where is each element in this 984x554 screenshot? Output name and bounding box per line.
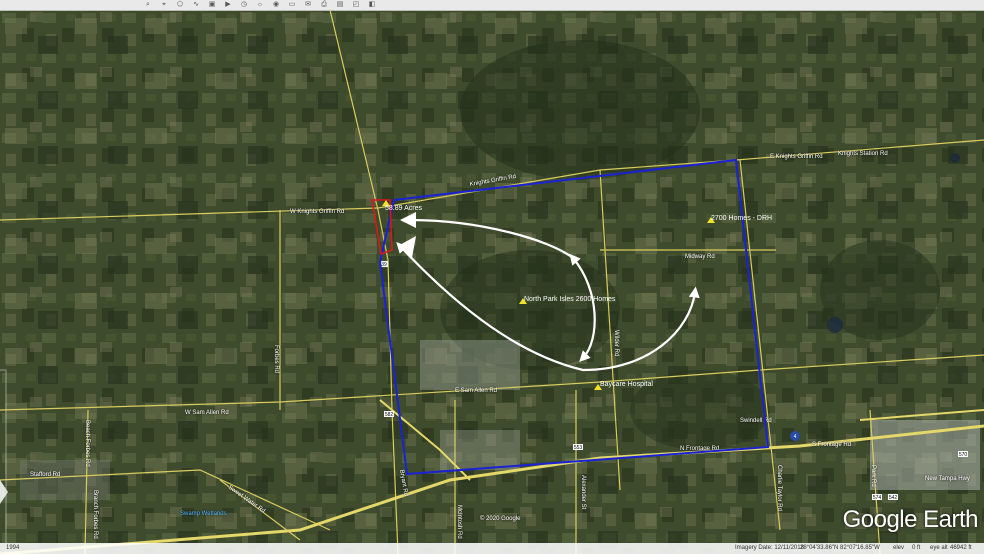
road-label: Beach Forbes Rd <box>84 420 90 467</box>
placemark-label: 2700 Homes - DRH <box>711 215 772 222</box>
urban-area <box>440 430 520 470</box>
road-label: Forbes Rd <box>273 345 279 373</box>
sun-icon[interactable]: ☼ <box>255 1 265 9</box>
maps-icon[interactable]: ◰ <box>351 1 361 9</box>
save-image-icon[interactable]: ▤ <box>335 1 345 9</box>
placemark-label: 58.89 Acres <box>385 205 422 212</box>
eye-alt-label: eye alt <box>930 545 948 551</box>
path-icon[interactable]: ∿ <box>191 1 201 9</box>
elevation-label: elev <box>893 545 905 551</box>
kml-icon[interactable]: ◧ <box>367 1 377 9</box>
lake <box>827 317 843 333</box>
lake <box>950 153 960 163</box>
road-label: Park Rd <box>870 465 876 487</box>
route-number: 542 <box>889 495 898 501</box>
toolbar: ⌕ ⌖ ⬠ ∿ ▣ ▶ ◷ ☼ ◉ ▭ ✉ ⎙ ▤ ◰ ◧ <box>0 0 984 11</box>
planet-icon[interactable]: ◉ <box>271 1 281 9</box>
placemark-label: Baycare Hospital <box>600 381 653 388</box>
route-number: 574 <box>873 495 882 501</box>
polygon-icon[interactable]: ⬠ <box>175 1 185 9</box>
route-number: 582 <box>385 412 394 418</box>
route-number: 553 <box>574 445 583 451</box>
road-label: Knights Station Rd <box>838 151 888 157</box>
elevation-value: 0 ft <box>912 545 921 551</box>
road-label: Charlie Taylor Rd <box>776 465 782 511</box>
road-label: Branch Forbes Rd <box>92 490 98 539</box>
search-icon[interactable]: ⌕ <box>143 1 153 9</box>
road-label: New Tampa Hwy <box>925 476 970 482</box>
email-icon[interactable]: ✉ <box>303 1 313 9</box>
imagery-date: Imagery Date: 12/11/2018 <box>735 545 804 551</box>
road-label: Wilder Rd <box>613 330 619 356</box>
placemark-label: North Park Isles 2600 Homes <box>524 296 616 303</box>
road-label: W Sam Allen Rd <box>185 410 229 416</box>
print-icon[interactable]: ⎙ <box>319 1 329 9</box>
road-label: Swindell Rd <box>740 418 772 424</box>
placemark-2700-homes[interactable]: 2700 Homes - DRH <box>707 215 772 223</box>
placemark-icon[interactable]: ⌖ <box>159 1 169 9</box>
road-label: E Knights Griffin Rd <box>770 154 823 160</box>
urban-area <box>420 340 520 390</box>
placemark-north-park[interactable]: North Park Isles 2600 Homes <box>519 296 616 304</box>
road-label: Alexander St <box>580 475 586 510</box>
route-number: 570 <box>959 452 968 458</box>
swamp-label: Swamp Wetlands <box>180 511 227 517</box>
road-label: McIntosh Rd <box>456 505 462 539</box>
ruler-icon[interactable]: ▭ <box>287 1 297 9</box>
road-label: S Frontage Rd <box>812 442 851 448</box>
road-label: Midway Rd <box>685 254 715 260</box>
route-number: 39 <box>381 262 387 268</box>
eye-alt-value: 46942 ft <box>950 545 972 551</box>
road-label: E Sam Allen Rd <box>455 388 497 394</box>
historical-imagery-icon[interactable]: ◷ <box>239 1 249 9</box>
tour-icon[interactable]: ▶ <box>223 1 233 9</box>
status-left: 1994 <box>6 545 20 551</box>
google-credit: © 2020 Google <box>480 516 521 522</box>
road-label: Stafford Rd <box>30 472 60 478</box>
road-label: W Knights Griffin Rd <box>290 209 344 215</box>
forest-area <box>460 40 700 180</box>
overlay-icon[interactable]: ▣ <box>207 1 217 9</box>
map-view[interactable]: W Knights Griffin Rd Knights Griffin Rd … <box>0 10 984 554</box>
coordinates-readout: 28°04'33.86"N 82°07'16.85"W <box>800 545 880 551</box>
route-number: 4 <box>794 434 797 440</box>
status-bar: 1994 Imagery Date: 12/11/2018 28°04'33.8… <box>0 543 984 554</box>
google-earth-logo: Google Earth <box>842 506 979 533</box>
